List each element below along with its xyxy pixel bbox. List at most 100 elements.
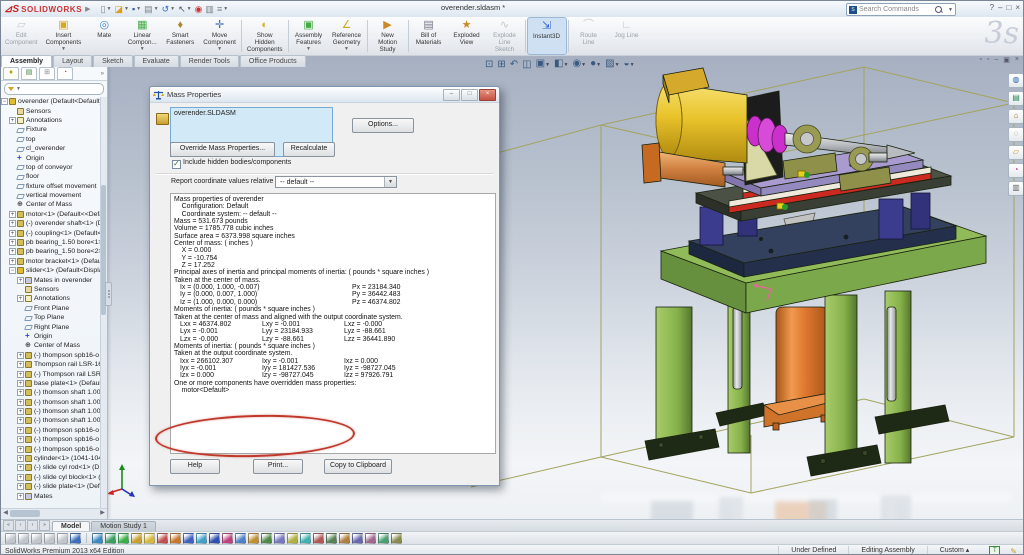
tree-item-thomson-shaft-1-00[interactable]: + (-) thomson shaft 1.00 xyxy=(1,388,101,397)
tree-item-top-plane[interactable]: Top Plane xyxy=(1,313,101,322)
hide-show-items-icon[interactable]: ◉▼ xyxy=(572,58,586,71)
tree-item-thompson-rail-lsr-16[interactable]: + Thompson rail LSR-16- xyxy=(1,360,101,369)
undo-icon[interactable]: ↺ ▼ xyxy=(162,4,176,14)
filter-midpoints-icon[interactable] xyxy=(209,532,220,544)
design-library-icon[interactable]: ▤ xyxy=(1008,91,1023,106)
tree-item-coupling-1-default[interactable]: + (-) coupling<1> (Default< xyxy=(1,228,101,237)
filter-dimensions-icon[interactable] xyxy=(248,532,259,544)
tree-item-sensors[interactable]: Sensors xyxy=(1,106,101,115)
panel-splitter-grip[interactable] xyxy=(105,282,112,306)
tree-item-slide-cyl-block-1[interactable]: + (-) slide cyl block<1> ( xyxy=(1,473,101,482)
dropdown-arrow-icon[interactable]: ▼ xyxy=(217,46,222,52)
tab-scroll-prev-icon[interactable]: ‹ xyxy=(15,520,26,531)
ribbon-button-mate[interactable]: ◎ Mate xyxy=(85,17,123,55)
tree-item-top[interactable]: top xyxy=(1,135,101,144)
expand-icon[interactable]: + xyxy=(17,483,24,491)
tree-item-pb-bearing-1-50-bore-1[interactable]: + pb bearing_1.50 bore<1> ( xyxy=(1,238,101,247)
filter-datums-icon[interactable] xyxy=(300,532,311,544)
filter-notes-icon[interactable] xyxy=(274,532,285,544)
tree-item-base-plate-1-default[interactable]: + base plate<1> (Default xyxy=(1,379,101,388)
restore-icon[interactable]: □ xyxy=(1006,3,1011,13)
tree-filter-input[interactable]: ▼ xyxy=(4,83,104,95)
filter-blocks-icon[interactable] xyxy=(365,532,376,544)
view-palette-icon[interactable]: ▱ xyxy=(1008,145,1023,160)
dropdown-arrow-icon[interactable]: ▼ xyxy=(344,46,349,52)
tab-evaluate[interactable]: Evaluate xyxy=(133,55,179,67)
tree-item-thompson-spb16-o[interactable]: + (-) thompson spb16-o xyxy=(1,426,101,435)
expand-icon[interactable]: + xyxy=(17,473,24,481)
clear-all-filters-icon[interactable] xyxy=(18,532,29,544)
expand-icon[interactable]: + xyxy=(9,239,16,247)
save-icon[interactable]: ▪ ▼ xyxy=(132,4,141,14)
zoom-area-icon[interactable]: ⊞ xyxy=(497,59,505,71)
print-button[interactable]: Print... xyxy=(253,459,303,474)
recalculate-button[interactable]: Recalculate xyxy=(283,142,335,157)
ribbon-button-edit[interactable]: ▱ Edit Component xyxy=(1,17,42,55)
filter-annotations-icon[interactable] xyxy=(261,532,272,544)
power-select-icon[interactable] xyxy=(57,532,68,544)
search-magnifier-icon[interactable] xyxy=(935,6,943,13)
ribbon-button-instant3d[interactable]: ⇲ Instant3D xyxy=(526,17,567,55)
expand-icon[interactable]: + xyxy=(17,398,24,406)
collapse-icon[interactable]: − xyxy=(1,98,8,106)
tree-item-thomson-shaft-1-00[interactable]: + (-) thomson shaft 1.00 xyxy=(1,398,101,407)
large-assembly-mode-icon[interactable] xyxy=(70,532,81,544)
filter-vertices-icon[interactable] xyxy=(92,532,103,544)
filter-geometric-tolerances-icon[interactable] xyxy=(313,532,324,544)
ribbon-button-bill-of[interactable]: ▤ Bill of Materials xyxy=(410,17,448,55)
tab-sketch[interactable]: Sketch xyxy=(93,55,133,67)
dropdown-arrow-icon[interactable]: ▼ xyxy=(140,46,145,52)
ribbon-button-assembly[interactable]: ▣ Assembly Features ▼ xyxy=(290,17,328,55)
tree-item-top-of-conveyor[interactable]: top of conveyor xyxy=(1,163,101,172)
filter-sketch-points-icon[interactable] xyxy=(183,532,194,544)
minimize-doc-icon[interactable]: – xyxy=(994,56,998,64)
ribbon-button-explode[interactable]: ∿ Explode Line Sketch xyxy=(486,17,524,55)
expand-icon[interactable]: + xyxy=(17,436,24,444)
tab-scroll-first-icon[interactable]: « xyxy=(3,520,14,531)
dialog-title-bar[interactable]: Mass Properties – □ × xyxy=(150,87,499,103)
file-explorer-icon[interactable]: ⌂ xyxy=(1008,109,1023,124)
help-icon[interactable]: ? xyxy=(990,3,994,13)
tree-item-vertical-movement[interactable]: vertical movement xyxy=(1,191,101,200)
rebuild-icon[interactable]: ◉ xyxy=(195,4,203,14)
expand-icon[interactable]: + xyxy=(17,276,24,284)
view-orientation-icon[interactable]: ▣▼ xyxy=(536,58,550,71)
file-properties-icon[interactable]: ▥ xyxy=(205,4,214,14)
new-window-icon[interactable]: ▫ xyxy=(979,56,981,64)
tags-icon[interactable]: T xyxy=(989,545,1001,554)
select-all-filters-icon[interactable] xyxy=(31,532,42,544)
displaymanager-tab-icon[interactable]: ◔ xyxy=(57,67,73,80)
scroll-right-arrow-icon[interactable]: ▶ xyxy=(98,509,107,519)
expand-icon[interactable]: + xyxy=(17,445,24,453)
ribbon-button-smart[interactable]: ♦ Smart Fasteners xyxy=(161,17,199,55)
tree-item-thompson-rail-lsr[interactable]: + (-) Thompson rail LSR- xyxy=(1,369,101,378)
tree-item-right-plane[interactable]: Right Plane xyxy=(1,322,101,331)
tree-item-pb-bearing-1-50-bore-2[interactable]: + pb bearing_1.50 bore<2> ( xyxy=(1,247,101,256)
collapse-icon[interactable]: − xyxy=(9,267,16,275)
close-icon[interactable]: × xyxy=(1015,3,1020,13)
display-style-icon[interactable]: ◧▼ xyxy=(554,58,568,71)
tree-item-center-of-mass[interactable]: ⊕ Center of Mass xyxy=(1,341,101,350)
options-icon[interactable]: ≡ ▼ xyxy=(217,4,228,14)
ribbon-button-move[interactable]: ✛ Move Component ▼ xyxy=(199,17,240,55)
print-icon[interactable]: ▤ ▼ xyxy=(144,4,158,14)
search-dropdown-arrow-icon[interactable]: ▼ xyxy=(948,7,953,13)
expand-icon[interactable]: + xyxy=(17,455,24,463)
expand-icon[interactable]: + xyxy=(17,351,24,359)
ribbon-button-exploded[interactable]: ★ Exploded View xyxy=(448,17,486,55)
appearances-scenes-icon[interactable]: ◔ xyxy=(1008,163,1023,178)
expand-icon[interactable]: + xyxy=(17,417,24,425)
apply-scene-icon[interactable]: ▨▼ xyxy=(605,58,619,71)
more-tabs-icon[interactable]: » xyxy=(101,71,104,77)
scrollbar-thumb[interactable] xyxy=(10,510,40,517)
ribbon-button-show[interactable]: ◐ Show Hidden Components xyxy=(243,17,287,55)
tree-item-mates-in-overender[interactable]: + Mates in overender xyxy=(1,275,101,284)
filter-solid-bodies-icon[interactable] xyxy=(144,532,155,544)
tree-item-motor-bracket-1-defaul[interactable]: + motor bracket<1> (Defaul xyxy=(1,257,101,266)
dropdown-arrow-icon[interactable]: ▼ xyxy=(306,46,311,52)
machine-assembly[interactable] xyxy=(641,67,988,477)
section-view-icon[interactable]: ◫ xyxy=(522,59,531,71)
ribbon-button-insert[interactable]: ▣ Insert Components ▼ xyxy=(42,17,86,55)
expand-icon[interactable]: + xyxy=(9,248,16,256)
edit-appearance-icon[interactable]: ●▼ xyxy=(590,58,601,71)
